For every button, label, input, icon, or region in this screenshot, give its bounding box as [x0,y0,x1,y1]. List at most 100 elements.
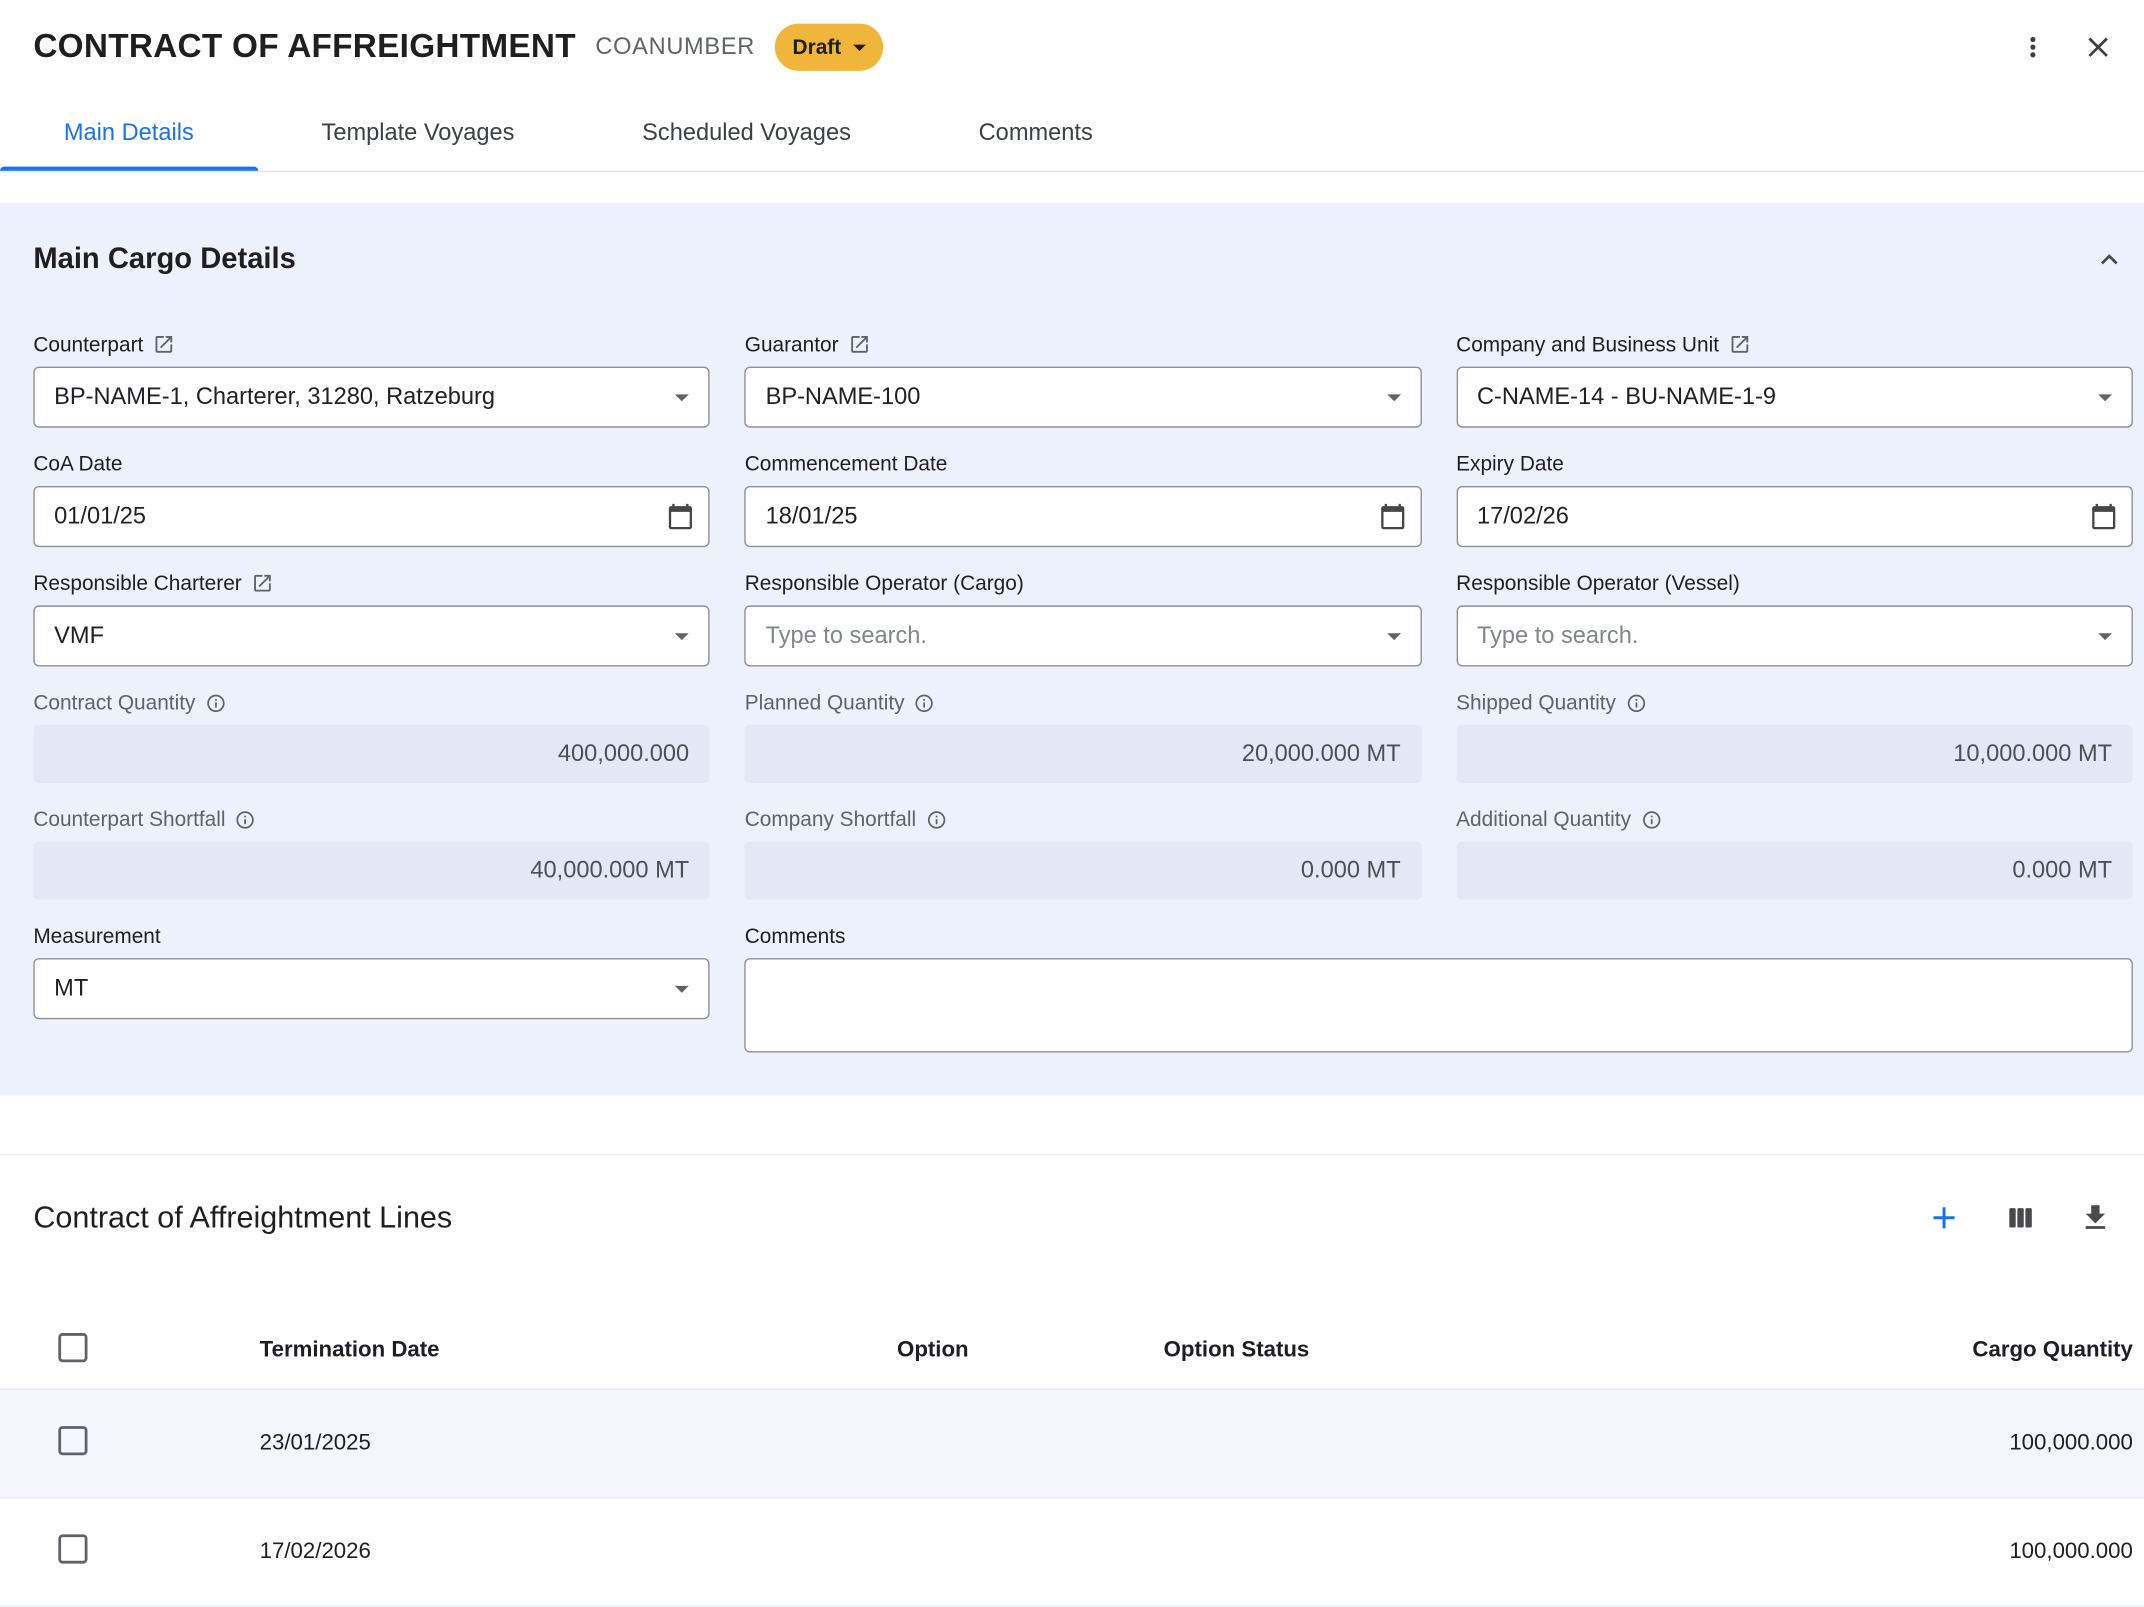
company-business-unit-value: C-NAME-14 - BU-NAME-1-9 [1477,383,1776,411]
tab-scheduled-voyages[interactable]: Scheduled Voyages [578,94,914,170]
measurement-select[interactable]: MT [33,958,710,1019]
expiry-date-input[interactable] [1456,486,2133,547]
counterpart-shortfall-field: Counterpart Shortfall [33,805,710,899]
cell-cargo-quantity: 100,000.000 [1747,1539,2144,1564]
app-window: CONTRACT OF AFFREIGHTMENT COANUMBER Draf… [0,0,2144,1580]
row-checkbox[interactable] [58,1425,87,1454]
tab-template-voyages[interactable]: Template Voyages [258,94,579,170]
download-icon [2079,1201,2112,1234]
guarantor-value: BP-NAME-100 [766,383,921,411]
lines-title: Contract of Affreightment Lines [33,1200,452,1236]
commencement-date-field: Commencement Date [745,450,1422,547]
shipped-quantity-label: Shipped Quantity [1456,691,1616,715]
status-badge[interactable]: Draft [774,24,882,71]
download-button[interactable] [2072,1194,2119,1241]
expiry-date-field: Expiry Date [1456,450,2133,547]
table-header-row: Termination Date Option Option Status Ca… [0,1312,2144,1390]
planned-quantity-input [745,725,1422,783]
coa-lines-section: Contract of Affreightment Lines Terminat… [0,1154,2144,1607]
responsible-operator-vessel-field: Responsible Operator (Vessel) [1456,569,2133,666]
comments-field: Comments [745,922,2133,1059]
tab-main-details[interactable]: Main Details [0,94,258,170]
info-icon[interactable] [914,692,935,713]
comments-label: Comments [745,924,846,948]
kebab-menu-icon [2018,32,2049,63]
contract-number: COANUMBER [595,33,755,61]
lines-table: Termination Date Option Option Status Ca… [0,1312,2144,1606]
coa-date-input[interactable] [33,486,710,547]
company-shortfall-input [745,841,1422,899]
open-in-new-icon[interactable] [848,333,870,355]
coa-date-field: CoA Date [33,450,710,547]
responsible-operator-vessel-label: Responsible Operator (Vessel) [1456,571,1740,595]
open-in-new-icon[interactable] [251,572,273,594]
responsible-operator-cargo-field: Responsible Operator (Cargo) [745,569,1422,666]
info-icon[interactable] [1641,809,1662,830]
tab-comments[interactable]: Comments [915,94,1157,170]
columns-icon [2004,1201,2037,1234]
responsible-charterer-field: Responsible Charterer VMF [33,569,710,666]
col-option-status: Option Status [1164,1338,1747,1363]
comments-textarea[interactable] [745,958,2133,1052]
company-shortfall-field: Company Shortfall [745,805,1422,899]
status-badge-label: Draft [793,35,842,59]
tab-label: Scheduled Voyages [642,119,851,147]
additional-quantity-field: Additional Quantity [1456,805,2133,899]
commencement-date-input[interactable] [745,486,1422,547]
open-in-new-icon[interactable] [153,333,175,355]
company-shortfall-label: Company Shortfall [745,807,916,831]
select-all-checkbox[interactable] [58,1332,87,1361]
header: CONTRACT OF AFFREIGHTMENT COANUMBER Draf… [0,0,2144,94]
table-row[interactable]: 23/01/2025 100,000.000 [0,1390,2144,1498]
planned-quantity-label: Planned Quantity [745,691,905,715]
calendar-icon[interactable] [2083,496,2125,538]
collapse-section-button[interactable] [2086,236,2133,283]
counterpart-shortfall-label: Counterpart Shortfall [33,807,225,831]
responsible-charterer-select[interactable]: VMF [33,605,710,666]
guarantor-field: Guarantor BP-NAME-100 [745,330,1422,427]
manage-columns-button[interactable] [1997,1194,2044,1241]
info-icon[interactable] [926,809,947,830]
info-icon[interactable] [205,692,226,713]
responsible-charterer-value: VMF [54,622,104,650]
caret-down-icon [844,32,875,63]
responsible-operator-vessel-input[interactable] [1456,605,2133,666]
calendar-icon[interactable] [660,496,702,538]
additional-quantity-label: Additional Quantity [1456,807,1631,831]
responsible-charterer-label: Responsible Charterer [33,571,241,595]
shipped-quantity-input [1456,725,2133,783]
info-icon[interactable] [235,809,256,830]
kebab-menu-button[interactable] [2011,25,2055,69]
contract-quantity-label: Contract Quantity [33,691,195,715]
table-row[interactable]: 17/02/2026 100,000.000 [0,1498,2144,1606]
commencement-date-label: Commencement Date [745,452,948,476]
calendar-icon[interactable] [1371,496,1413,538]
contract-quantity-input [33,725,710,783]
responsible-operator-cargo-input[interactable] [745,605,1422,666]
company-business-unit-field: Company and Business Unit C-NAME-14 - BU… [1456,330,2133,427]
row-checkbox[interactable] [58,1534,87,1563]
guarantor-label: Guarantor [745,333,839,357]
info-icon[interactable] [1626,692,1647,713]
guarantor-select[interactable]: BP-NAME-100 [745,367,1422,428]
chevron-up-icon [2093,243,2126,276]
counterpart-label: Counterpart [33,333,143,357]
company-business-unit-select[interactable]: C-NAME-14 - BU-NAME-1-9 [1456,367,2133,428]
col-termination-date: Termination Date [260,1338,897,1363]
counterpart-select[interactable]: BP-NAME-1, Charterer, 31280, Ratzeburg [33,367,710,428]
measurement-value: MT [54,975,88,1003]
counterpart-shortfall-input [33,841,710,899]
additional-quantity-input [1456,841,2133,899]
add-line-button[interactable] [1919,1193,1969,1243]
close-button[interactable] [2075,24,2122,71]
planned-quantity-field: Planned Quantity [745,689,1422,783]
coa-date-label: CoA Date [33,452,122,476]
col-option: Option [897,1338,1164,1363]
page-title: CONTRACT OF AFFREIGHTMENT [33,28,576,67]
measurement-field: Measurement MT [33,922,710,1059]
col-cargo-quantity: Cargo Quantity [1747,1338,2144,1363]
section-title: Main Cargo Details [33,243,296,276]
responsible-operator-cargo-label: Responsible Operator (Cargo) [745,571,1024,595]
counterpart-field: Counterpart BP-NAME-1, Charterer, 31280,… [33,330,710,427]
open-in-new-icon[interactable] [1729,333,1751,355]
